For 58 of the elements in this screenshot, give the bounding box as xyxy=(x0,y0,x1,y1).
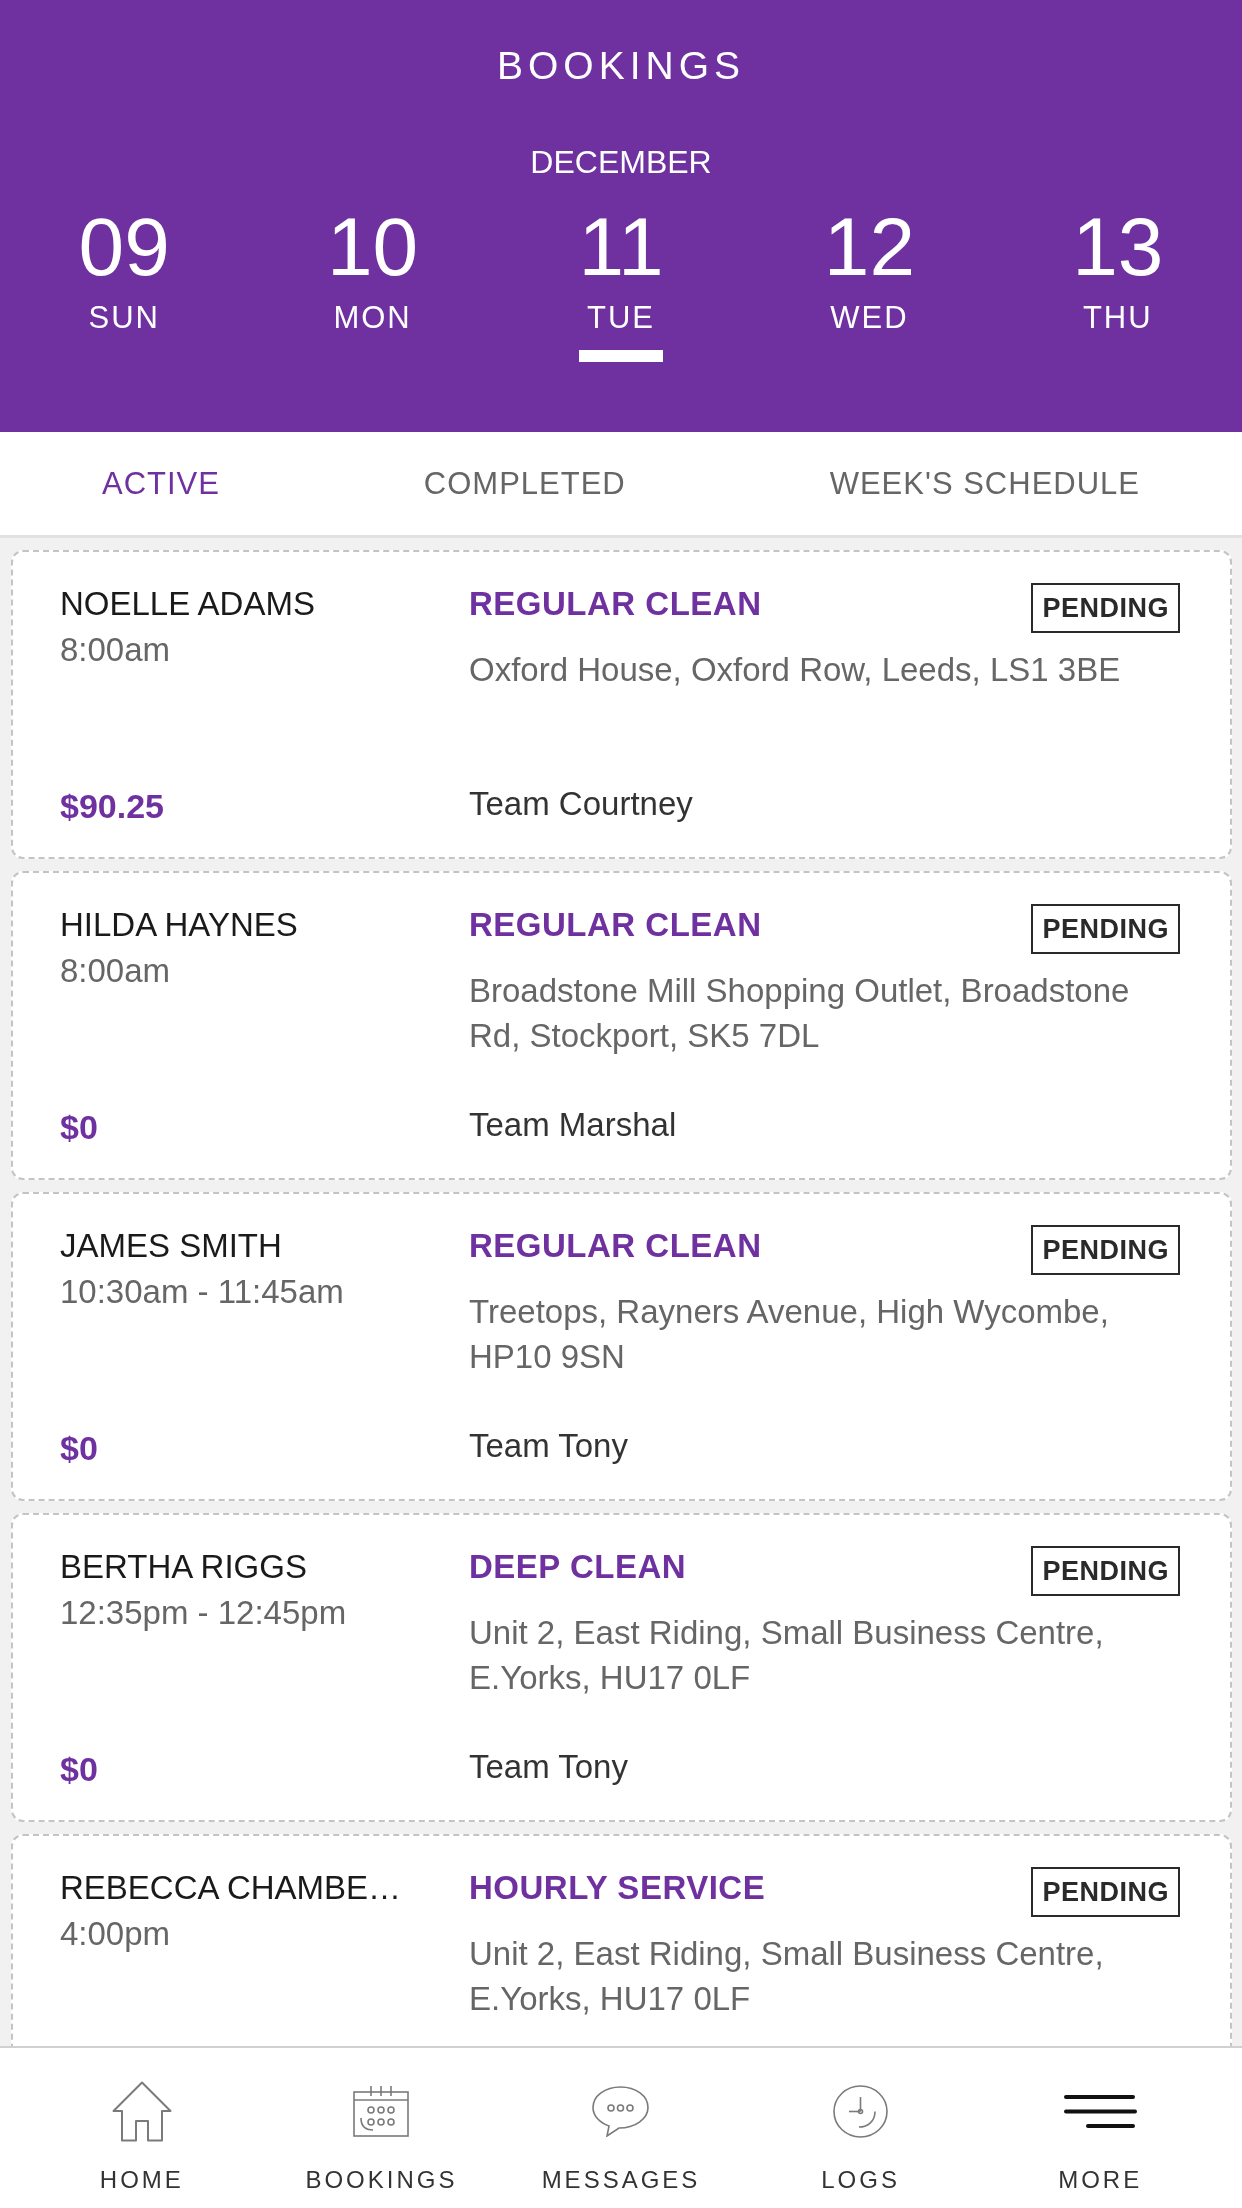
service-type: DEEP CLEAN xyxy=(469,1547,687,1587)
day-tab[interactable]: 13 THU xyxy=(993,202,1242,362)
clock-icon xyxy=(833,2084,889,2138)
home-icon xyxy=(111,2080,172,2142)
booking-time: 12:35pm - 12:45pm xyxy=(60,1593,348,1633)
team-name: Team Tony xyxy=(469,1427,628,1464)
service-type: REGULAR CLEAN xyxy=(469,1226,762,1266)
price-text: $90.25 xyxy=(60,787,164,825)
address-text: Oxford House, Oxford Row, Leeds, LS1 3BE xyxy=(469,650,1122,690)
booking-time: 10:30am - 11:45am xyxy=(60,1272,345,1312)
customer-name: REBECCA CHAMBE… xyxy=(60,1868,403,1908)
address-text: Unit 2, East Riding, Small Business Centre, E.Yorks, HU17 0LF xyxy=(469,1934,1105,2019)
status-badge: PENDING xyxy=(1031,1546,1180,1596)
booking-card[interactable]: HILDA HAYNES 8:00am REGULAR CLEAN PENDING Broadstone Mill Shopping Outlet, Broadstone Rd, Stockport, SK5 7DL $0 Team Marshal xyxy=(11,871,1232,1180)
booking-card[interactable]: BERTHA RIGGS 12:35pm - 12:45pm DEEP CLEAN PENDING Unit 2, East Riding, Small Business Centre, E.Yorks, HU17 0LF $0 Team Tony xyxy=(11,1513,1232,1822)
customer-name: HILDA HAYNES xyxy=(60,905,299,945)
address-text: Unit 2, East Riding, Small Business Centre, E.Yorks, HU17 0LF xyxy=(469,1613,1105,1698)
customer-name: NOELLE ADAMS xyxy=(60,584,316,624)
booking-card[interactable]: JAMES SMITH 10:30am - 11:45am REGULAR CLEAN PENDING Treetops, Rayners Avenue, High Wycombe, HP10 9SN $0 Team Tony xyxy=(11,1192,1232,1501)
status-tab[interactable]: COMPLETED xyxy=(423,463,626,504)
team-name: Team Marshal xyxy=(469,1106,677,1143)
service-type: REGULAR CLEAN xyxy=(469,905,762,945)
status-tab[interactable]: WEEK'S SCHEDULE xyxy=(829,463,1140,504)
price-text: $0 xyxy=(60,1750,98,1788)
price-text: $0 xyxy=(60,1429,98,1467)
customer-name: JAMES SMITH xyxy=(60,1226,283,1266)
status-badge: PENDING xyxy=(1031,904,1180,954)
day-tab[interactable]: 11 TUE xyxy=(496,202,746,362)
service-type: HOURLY SERVICE xyxy=(469,1868,766,1908)
nav-item[interactable]: BOOKINGS xyxy=(261,2048,502,2208)
status-badge: PENDING xyxy=(1031,1225,1180,1275)
page-title: BOOKINGS xyxy=(496,43,745,89)
booking-time: 8:00am xyxy=(60,951,172,991)
day-tab[interactable]: 12 WED xyxy=(745,202,994,362)
status-badge: PENDING xyxy=(1031,1867,1180,1917)
calendar-icon xyxy=(353,2085,410,2137)
status-tab[interactable]: ACTIVE xyxy=(101,463,220,504)
status-badge: PENDING xyxy=(1031,583,1180,633)
day-tab[interactable]: 10 MON xyxy=(248,202,497,362)
service-type: REGULAR CLEAN xyxy=(469,584,762,624)
chat-bubble-icon xyxy=(592,2085,650,2137)
nav-item[interactable]: MORE xyxy=(980,2048,1220,2208)
team-name: Team Tony xyxy=(469,1748,628,1785)
month-label: DECEMBER xyxy=(530,143,712,182)
booking-card[interactable]: REBECCA CHAMBE… 4:00pm HOURLY SERVICE PENDING Unit 2, East Riding, Small Business Centre, E.Yorks, HU17 0LF xyxy=(11,1834,1232,2046)
nav-item[interactable]: LOGS xyxy=(740,2048,981,2208)
price-text: $0 xyxy=(60,1108,98,1146)
menu-icon xyxy=(1063,2094,1137,2128)
booking-card[interactable]: NOELLE ADAMS 8:00am REGULAR CLEAN PENDING Oxford House, Oxford Row, Leeds, LS1 3BE $90.25 Team Courtney xyxy=(11,550,1232,859)
address-text: Treetops, Rayners Avenue, High Wycombe, HP10 9SN xyxy=(469,1292,1110,1377)
booking-time: 4:00pm xyxy=(60,1914,172,1954)
team-name: Team Courtney xyxy=(469,785,693,822)
nav-item[interactable]: HOME xyxy=(22,2048,262,2208)
nav-item[interactable]: MESSAGES xyxy=(501,2048,741,2208)
customer-name: BERTHA RIGGS xyxy=(60,1547,308,1587)
day-tab[interactable]: 09 SUN xyxy=(0,202,249,362)
booking-time: 8:00am xyxy=(60,630,172,670)
address-text: Broadstone Mill Shopping Outlet, Broadstone Rd, Stockport, SK5 7DL xyxy=(469,971,1131,1056)
